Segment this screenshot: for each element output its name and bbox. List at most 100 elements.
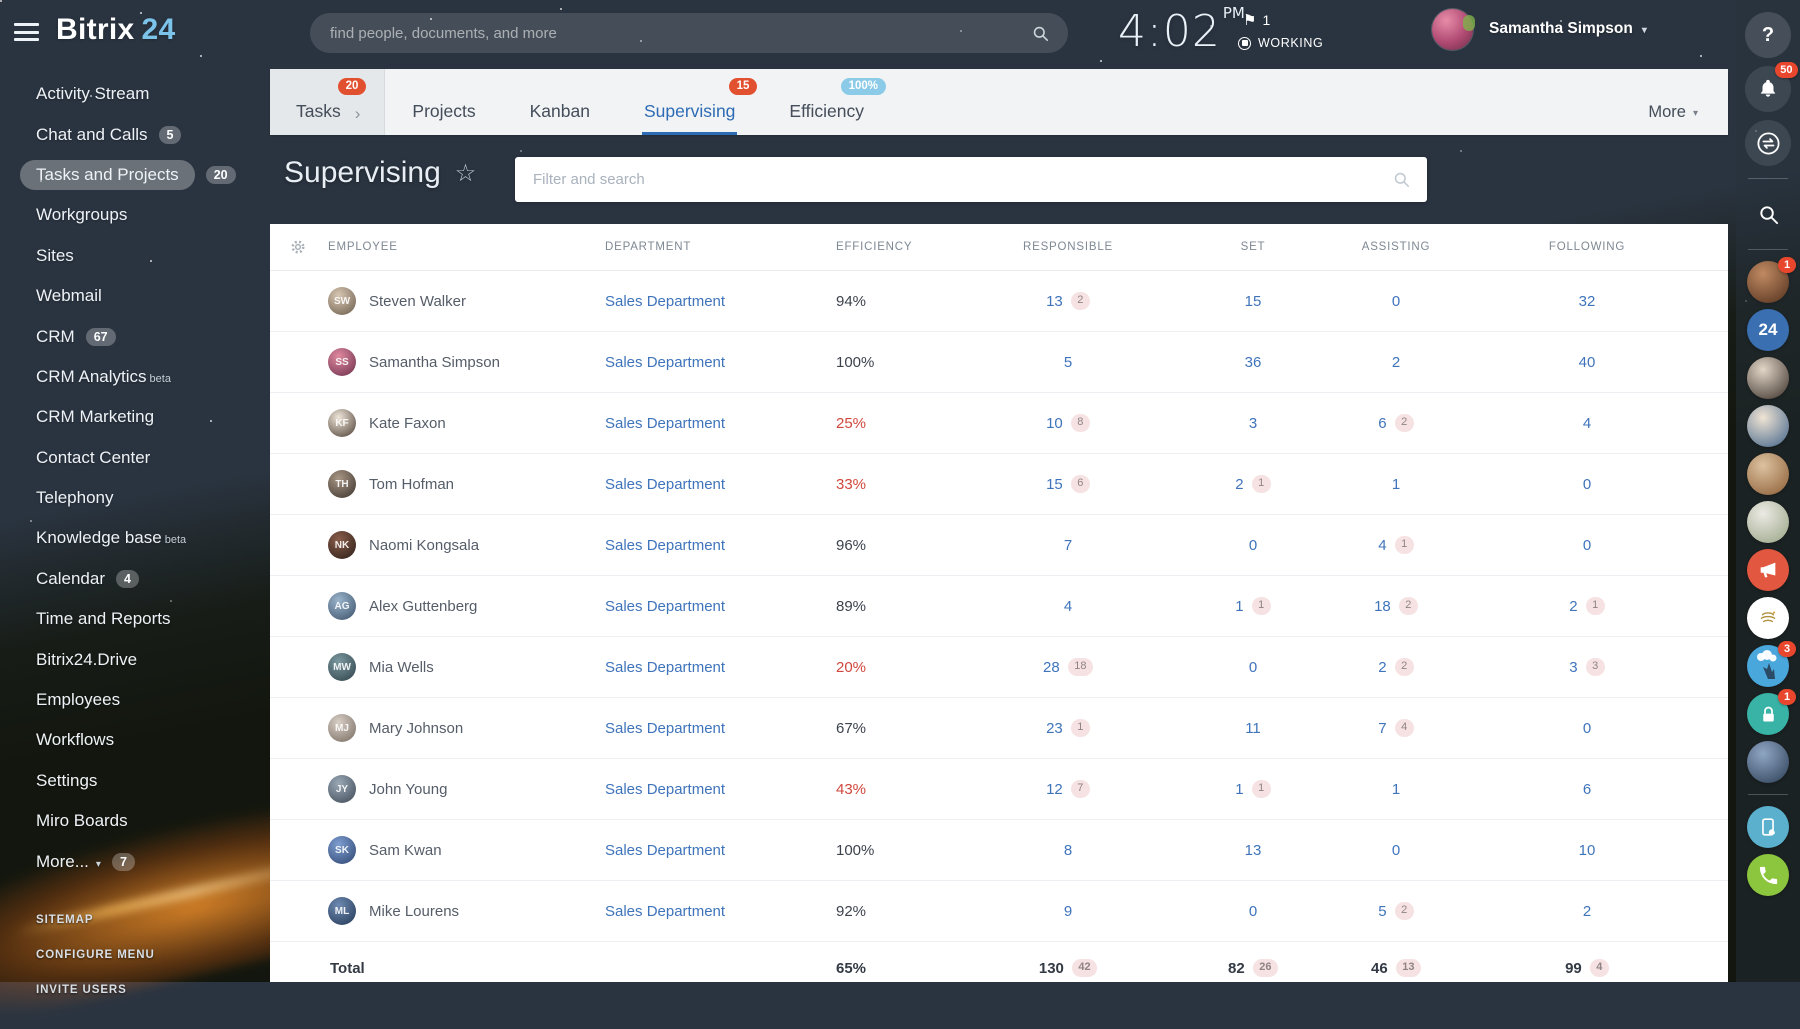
sidebar-item-webmail[interactable]: Webmail: [36, 276, 268, 316]
assisting-count[interactable]: 7: [1378, 720, 1386, 737]
column-header-employee[interactable]: EMPLOYEE: [326, 241, 600, 253]
favorite-star-icon[interactable]: ☆: [455, 159, 477, 188]
column-header-set[interactable]: SET: [1241, 241, 1266, 253]
responsible-count[interactable]: 15: [1046, 476, 1063, 493]
employee-name[interactable]: John Young: [369, 781, 447, 798]
telephony-call-phone-icon[interactable]: [1747, 854, 1789, 896]
set-count[interactable]: 0: [1249, 537, 1257, 554]
tab-more[interactable]: More ▾: [1648, 69, 1728, 135]
secure-chat-lock-icon[interactable]: 1: [1747, 689, 1796, 735]
bitrix24-channel[interactable]: 24: [1747, 309, 1789, 351]
responsible-count[interactable]: 7: [1064, 537, 1072, 554]
employee-name[interactable]: Mia Wells: [369, 659, 434, 676]
chat-contact-3-avatar[interactable]: [1747, 405, 1789, 447]
chevron-right-icon[interactable]: ›: [355, 105, 361, 122]
column-header-following[interactable]: FOLLOWING: [1549, 241, 1625, 253]
employee-name[interactable]: Samantha Simpson: [369, 354, 500, 371]
assisting-count[interactable]: 2: [1378, 659, 1386, 676]
grid-settings-gear-icon[interactable]: [289, 238, 307, 256]
employee-name[interactable]: Steven Walker: [369, 293, 466, 310]
sidebar-footer-invite-users[interactable]: INVITE USERS: [36, 972, 155, 1007]
flag-indicator[interactable]: ⚑ 1: [1243, 11, 1270, 29]
sidebar-footer-sitemap[interactable]: SITEMAP: [36, 902, 155, 937]
department-link[interactable]: Sales Department: [600, 903, 830, 920]
assisting-count[interactable]: 4: [1378, 537, 1386, 554]
following-count[interactable]: 32: [1579, 293, 1596, 310]
responsible-count[interactable]: 12: [1046, 781, 1063, 798]
set-count[interactable]: 1: [1235, 598, 1243, 615]
set-count[interactable]: 15: [1245, 293, 1262, 310]
assisting-count[interactable]: 6: [1378, 415, 1386, 432]
following-count[interactable]: 6: [1583, 781, 1591, 798]
chat-contact-4-avatar[interactable]: [1747, 453, 1789, 495]
column-header-department[interactable]: DEPARTMENT: [600, 241, 830, 253]
chat-contact-6-avatar[interactable]: [1747, 741, 1789, 783]
mobile-app-mobile-icon[interactable]: [1747, 806, 1789, 848]
user-avatar[interactable]: [1432, 9, 1475, 50]
column-header-assisting[interactable]: ASSISTING: [1362, 241, 1431, 253]
department-link[interactable]: Sales Department: [600, 781, 830, 798]
sidebar-item-employees[interactable]: Employees: [36, 680, 268, 720]
sidebar-item-activity-stream[interactable]: Activity Stream: [36, 74, 268, 114]
department-link[interactable]: Sales Department: [600, 293, 830, 310]
responsible-count[interactable]: 9: [1064, 903, 1072, 920]
responsible-count[interactable]: 28: [1043, 659, 1060, 676]
set-count[interactable]: 2: [1235, 476, 1243, 493]
employee-name[interactable]: Kate Faxon: [369, 415, 446, 432]
sidebar-item-crm-marketing[interactable]: CRM Marketing: [36, 397, 268, 437]
following-count[interactable]: 0: [1583, 720, 1591, 737]
user-menu[interactable]: Samantha Simpson ▾: [1489, 20, 1647, 38]
working-status[interactable]: WORKING: [1238, 36, 1323, 50]
filter-search-input[interactable]: [531, 170, 1392, 189]
following-count[interactable]: 2: [1569, 598, 1577, 615]
assisting-count[interactable]: 18: [1374, 598, 1391, 615]
sidebar-item-knowledge-base[interactable]: Knowledge base beta: [36, 518, 268, 558]
partner-chat-partner-icon[interactable]: [1747, 597, 1789, 639]
following-count[interactable]: 10: [1579, 842, 1596, 859]
sidebar-item-bitrix24-drive[interactable]: Bitrix24.Drive: [36, 639, 268, 679]
sidebar-item-workgroups[interactable]: Workgroups: [36, 195, 268, 235]
department-link[interactable]: Sales Department: [600, 354, 830, 371]
sidebar-item-calendar[interactable]: Calendar 4: [36, 559, 268, 599]
sidebar-item-settings[interactable]: Settings: [36, 761, 268, 801]
assisting-count[interactable]: 0: [1392, 842, 1400, 859]
department-link[interactable]: Sales Department: [600, 598, 830, 615]
chat-contact-5-avatar[interactable]: [1747, 501, 1789, 543]
responsible-count[interactable]: 23: [1046, 720, 1063, 737]
history-icon[interactable]: [1745, 120, 1791, 166]
following-count[interactable]: 40: [1579, 354, 1596, 371]
department-link[interactable]: Sales Department: [600, 659, 830, 676]
column-header-efficiency[interactable]: EFFICIENCY: [830, 241, 976, 253]
search-icon[interactable]: [1745, 191, 1791, 237]
search-icon[interactable]: [1031, 24, 1050, 43]
work-clock[interactable]: 4:02 PM: [1118, 4, 1245, 57]
help-icon[interactable]: ?: [1745, 12, 1791, 58]
filter-search[interactable]: [515, 157, 1427, 202]
set-count[interactable]: 36: [1245, 354, 1262, 371]
sidebar-item-telephony[interactable]: Telephony: [36, 478, 268, 518]
set-count[interactable]: 13: [1245, 842, 1262, 859]
employee-name[interactable]: Mike Lourens: [369, 903, 459, 920]
global-search[interactable]: [310, 13, 1068, 53]
tab-kanban[interactable]: Kanban: [530, 69, 590, 135]
tab-tasks[interactable]: Tasks › 20: [270, 69, 386, 135]
department-link[interactable]: Sales Department: [600, 842, 830, 859]
employee-name[interactable]: Naomi Kongsala: [369, 537, 479, 554]
tab-supervising[interactable]: Supervising 15: [641, 69, 758, 135]
sidebar-item-miro-boards[interactable]: Miro Boards: [36, 801, 268, 841]
announcements-megaphone-icon[interactable]: [1747, 549, 1789, 591]
sidebar-item-workflows[interactable]: Workflows: [36, 720, 268, 760]
global-search-input[interactable]: [328, 23, 1031, 43]
tab-efficiency[interactable]: Efficiency 100%: [789, 69, 886, 135]
responsible-count[interactable]: 13: [1046, 293, 1063, 310]
filter-search-icon[interactable]: [1392, 170, 1411, 189]
assisting-count[interactable]: 1: [1392, 476, 1400, 493]
sidebar-item-sites[interactable]: Sites: [36, 236, 268, 276]
sidebar-item-contact-center[interactable]: Contact Center: [36, 438, 268, 478]
following-count[interactable]: 2: [1583, 903, 1591, 920]
department-link[interactable]: Sales Department: [600, 537, 830, 554]
responsible-count[interactable]: 5: [1064, 354, 1072, 371]
employee-name[interactable]: Tom Hofman: [369, 476, 454, 493]
column-header-responsible[interactable]: RESPONSIBLE: [1023, 241, 1113, 253]
set-count[interactable]: 3: [1249, 415, 1257, 432]
